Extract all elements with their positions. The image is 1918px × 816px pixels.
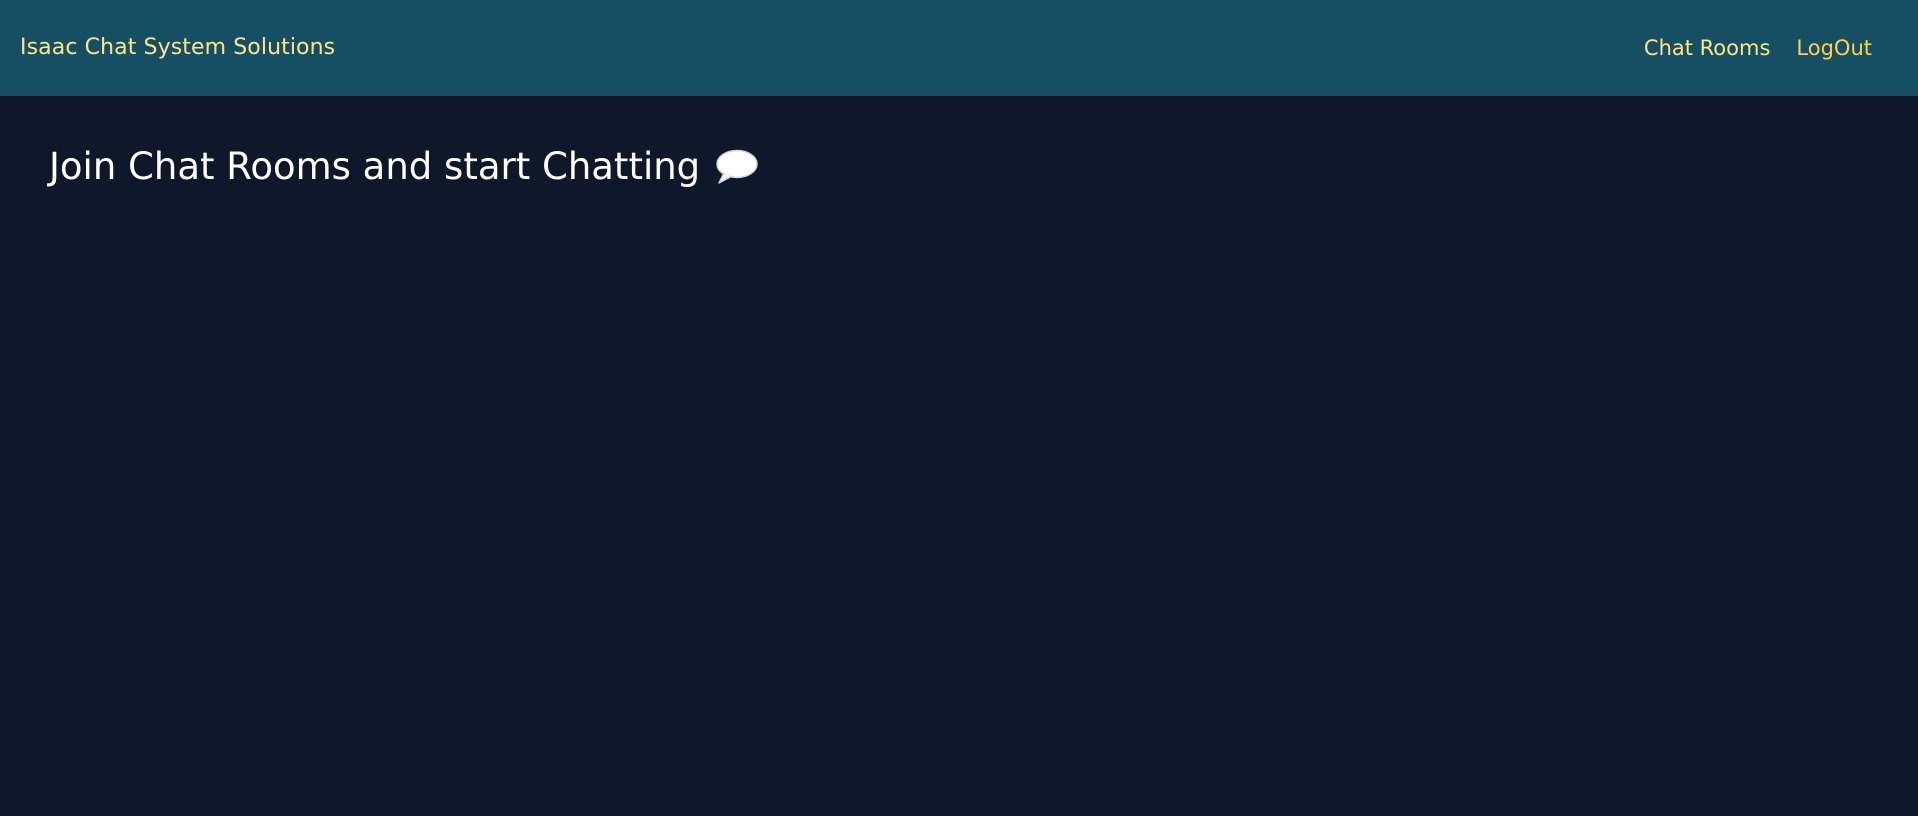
nav-links: Chat Rooms LogOut xyxy=(1644,37,1898,59)
main-content: Join Chat Rooms and start Chatting xyxy=(0,96,1918,816)
page-heading: Join Chat Rooms and start Chatting xyxy=(49,148,759,185)
page-heading-text: Join Chat Rooms and start Chatting xyxy=(49,145,701,188)
top-navbar: Isaac Chat System Solutions Chat Rooms L… xyxy=(0,0,1918,96)
speech-bubble-icon xyxy=(715,149,759,185)
brand-link[interactable]: Isaac Chat System Solutions xyxy=(20,37,335,59)
nav-link-chat-rooms[interactable]: Chat Rooms xyxy=(1644,37,1771,59)
nav-link-logout[interactable]: LogOut xyxy=(1796,37,1872,59)
